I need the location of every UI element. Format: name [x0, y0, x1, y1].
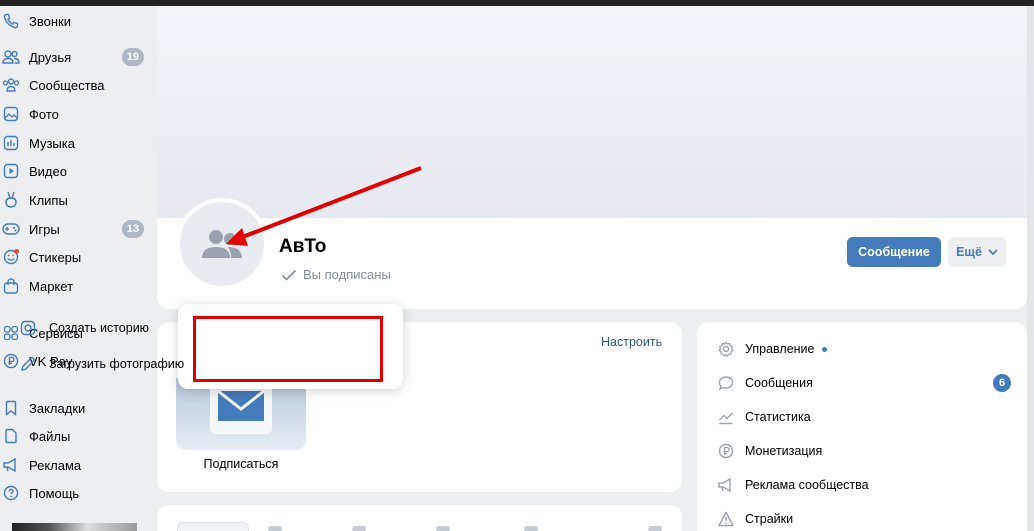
sidebar-item-music[interactable]: Музыка [0, 130, 150, 156]
files-icon [2, 427, 20, 445]
sidebar-item-files[interactable]: Файлы [0, 423, 150, 449]
communities-icon [2, 76, 20, 94]
management-item-label: Управление [745, 342, 815, 356]
gear-icon [716, 339, 736, 359]
warning-icon [716, 509, 736, 529]
sidebar-item-label: Реклама [29, 457, 82, 473]
sidebar-item-friends[interactable]: Друзья 19 [0, 44, 150, 70]
wall-tab-icon[interactable] [352, 526, 366, 531]
wall-tab-icon[interactable] [648, 526, 662, 531]
create-story-item[interactable]: Создать историю [20, 316, 149, 340]
games-icon [2, 220, 20, 238]
games-count-badge: 13 [121, 220, 144, 238]
wall-tab-icon[interactable] [268, 526, 282, 531]
management-item-label: Страйки [745, 512, 794, 526]
sidebar-item-label: Клипы [29, 192, 68, 208]
sidebar-item-communities[interactable]: Сообщества [0, 72, 150, 98]
management-item-monetization[interactable]: Монетизация [716, 439, 1011, 463]
bookmarks-icon [2, 399, 20, 417]
upload-photo-item[interactable]: Загрузить фотографию [20, 352, 184, 376]
chat-icon [716, 373, 736, 393]
management-item-settings[interactable]: Управление [716, 337, 1011, 361]
vkpay-icon [2, 352, 20, 370]
clips-icon [2, 191, 20, 209]
sidebar-item-label: Музыка [29, 135, 75, 151]
community-avatar[interactable] [176, 198, 268, 290]
sidebar-item-label: Звонки [29, 13, 71, 29]
sidebar-item-label: Закладки [29, 400, 86, 416]
more-button-label: Ещё [956, 245, 982, 259]
services-icon [2, 324, 20, 342]
market-icon [2, 277, 20, 295]
subscribe-label[interactable]: Подписаться [176, 457, 306, 471]
sidebar-item-label: Игры [29, 221, 60, 237]
stats-icon [716, 407, 736, 427]
sidebar-item-label: Файлы [29, 428, 71, 444]
ads-icon [2, 456, 20, 474]
sidebar-item-photo[interactable]: Фото [0, 101, 150, 127]
management-item-label: Сообщения [745, 376, 813, 390]
management-item-strikes[interactable]: Страйки [716, 507, 1011, 531]
more-button[interactable]: Ещё [948, 237, 1006, 267]
wall-tab-active[interactable] [177, 522, 249, 531]
sidebar-item-clips[interactable]: Клипы [0, 187, 150, 213]
sidebar-item-label: Видео [29, 163, 67, 179]
wall-tab-icon[interactable] [436, 526, 450, 531]
sidebar-item-label: Сообщества [29, 77, 105, 93]
message-button[interactable]: Сообщение [847, 237, 941, 267]
sidebar-item-stickers[interactable]: Стикеры [0, 244, 150, 270]
new-indicator-dot [821, 346, 827, 352]
megaphone-icon [716, 475, 736, 495]
create-story-label: Создать историю [49, 321, 150, 335]
wall-tab-icon[interactable] [524, 526, 538, 531]
sidebar-item-market[interactable]: Маркет [0, 273, 150, 299]
page-scrollbar[interactable] [1027, 6, 1034, 531]
left-sidebar: Звонки Друзья 19 Сообщества Фото Музыка … [0, 6, 150, 531]
story-icon [20, 320, 36, 336]
sidebar-item-video[interactable]: Видео [0, 158, 150, 184]
friends-count-badge: 19 [121, 48, 144, 66]
chevron-down-icon [988, 249, 998, 255]
management-item-label: Статистика [745, 410, 811, 424]
music-icon [2, 134, 20, 152]
messages-count-badge: 6 [993, 374, 1011, 392]
video-icon [2, 162, 20, 180]
sidebar-item-label: Стикеры [29, 249, 82, 265]
management-item-messages[interactable]: Сообщения 6 [716, 371, 1011, 395]
subscription-status[interactable]: Вы подписаны [281, 267, 391, 282]
sidebar-item-ads[interactable]: Реклама [0, 452, 150, 478]
sidebar-item-games[interactable]: Игры 13 [0, 216, 150, 242]
sidebar-item-label: Фото [29, 106, 59, 122]
management-item-label: Монетизация [745, 444, 823, 458]
photo-icon [2, 105, 20, 123]
avatar-menu [178, 304, 403, 389]
customize-link[interactable]: Настроить [601, 335, 662, 349]
friends-icon [2, 48, 20, 66]
sidebar-item-bookmarks[interactable]: Закладки [0, 395, 150, 421]
sidebar-item-help[interactable]: Помощь [0, 480, 150, 506]
management-item-community-ads[interactable]: Реклама сообщества [716, 473, 1011, 497]
management-item-stats[interactable]: Статистика [716, 405, 1011, 429]
ruble-icon [716, 441, 736, 461]
sidebar-item-label: Маркет [29, 278, 74, 294]
check-icon [281, 269, 297, 281]
community-name: АвТо [279, 236, 327, 257]
sidebar-item-calls[interactable]: Звонки [0, 8, 150, 34]
upload-photo-label: Загрузить фотографию [49, 357, 185, 371]
notification-dot [14, 249, 19, 254]
sidebar-banner-image[interactable] [12, 523, 137, 531]
sidebar-item-label: Друзья [29, 49, 72, 65]
pencil-icon [21, 357, 35, 371]
community-cover [157, 6, 1027, 220]
management-item-label: Реклама сообщества [745, 478, 869, 492]
sidebar-item-label: Помощь [29, 485, 80, 501]
phone-icon [2, 12, 20, 30]
group-placeholder-icon [202, 230, 242, 258]
help-icon [2, 484, 20, 502]
subscription-status-label: Вы подписаны [303, 267, 391, 282]
